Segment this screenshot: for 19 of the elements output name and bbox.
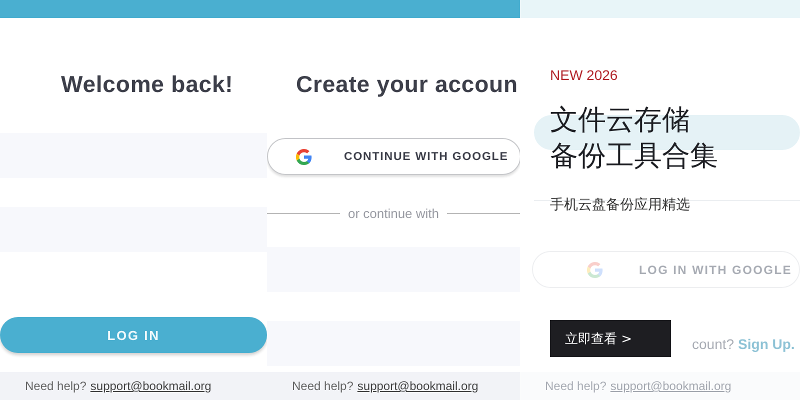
input-field[interactable] (267, 321, 520, 366)
support-link[interactable]: support@bookmail.org (357, 379, 478, 393)
signup-prompt: count? (692, 336, 734, 352)
screen-title: Create your accoun (296, 70, 518, 99)
divider-text: or continue with (348, 206, 440, 220)
view-now-button[interactable]: 立即查看 > (550, 320, 671, 357)
screen-title: Welcome back! (61, 70, 234, 99)
promo-title: 文件云存储 备份工具合集 (550, 102, 718, 174)
help-text: Need help? (292, 379, 354, 393)
google-icon (585, 260, 605, 280)
input-field[interactable] (0, 133, 267, 178)
promo-subtitle: 手机云盘备份应用精选 (550, 196, 690, 214)
input-field[interactable] (0, 207, 267, 252)
support-link[interactable]: support@bookmail.org (90, 379, 212, 393)
help-text: Need help? (545, 379, 606, 393)
promo-tag: NEW 2026 (550, 66, 618, 84)
google-icon (294, 146, 314, 166)
help-text: Need help? (25, 379, 86, 393)
google-button[interactable]: CONTINUE WITH GOOGLE (267, 138, 520, 175)
